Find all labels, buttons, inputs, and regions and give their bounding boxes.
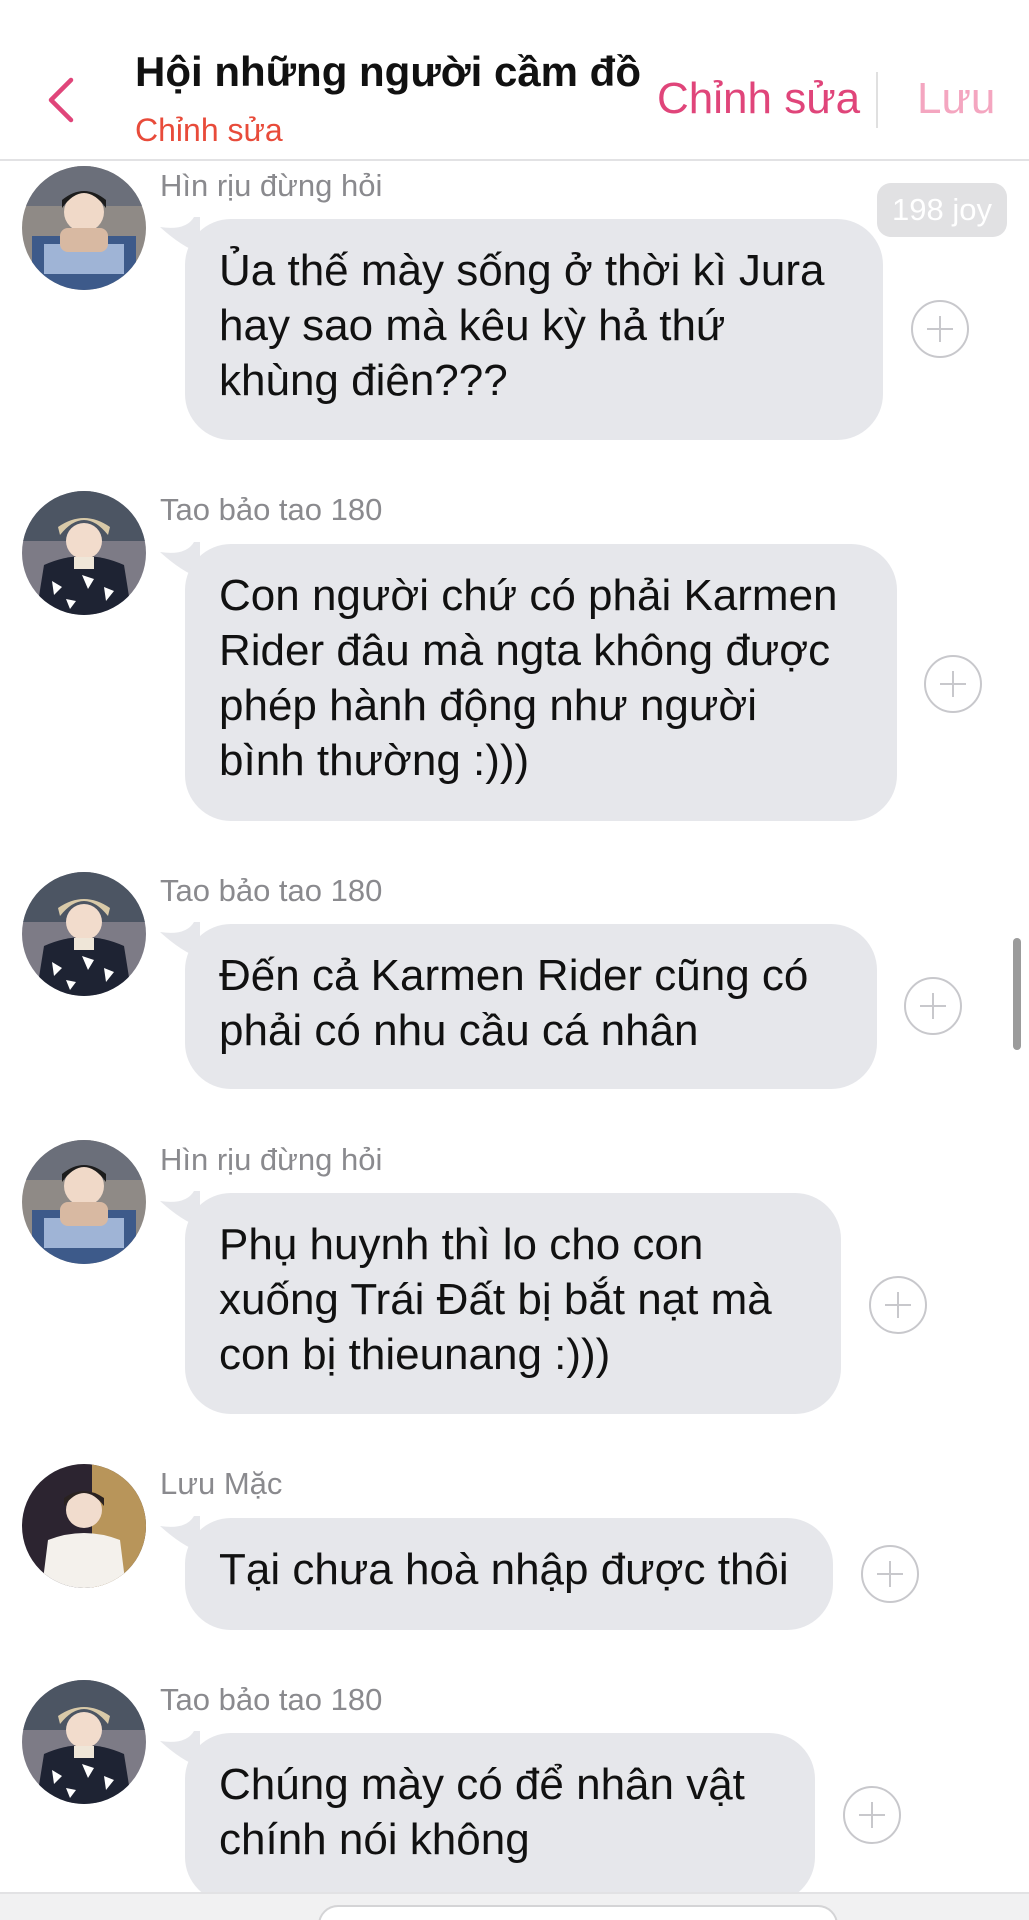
- add-reaction-button[interactable]: [911, 300, 969, 358]
- add-reaction-button[interactable]: [924, 655, 982, 713]
- sender-name: Tao bảo tao 180: [160, 1682, 383, 1717]
- message-text[interactable]: Chúng mày có để nhân vật chính nói không: [185, 1733, 815, 1903]
- message-input[interactable]: [318, 1905, 838, 1920]
- save-button[interactable]: Lưu: [917, 74, 995, 124]
- joy-badge: 198 joy: [877, 183, 1007, 237]
- sender-name: Lưu Mặc: [160, 1466, 283, 1501]
- add-reaction-button[interactable]: [869, 1276, 927, 1334]
- message-text[interactable]: Phụ huynh thì lo cho con xuống Trái Đất b…: [185, 1193, 841, 1414]
- message-text[interactable]: Ủa thế mày sống ở thời kì Jura hay sao mà…: [185, 219, 883, 440]
- back-button[interactable]: [36, 70, 84, 130]
- add-reaction-button[interactable]: [843, 1786, 901, 1844]
- sender-name: Tao bảo tao 180: [160, 492, 383, 527]
- chat-header: Hội những người cầm đồ Chỉnh sửa Chỉnh s…: [0, 0, 1029, 161]
- edit-button[interactable]: Chỉnh sửa: [657, 74, 860, 124]
- avatar[interactable]: [22, 1140, 146, 1264]
- avatar[interactable]: [22, 166, 146, 290]
- message-text[interactable]: Tại chưa hoà nhập được thôi: [185, 1518, 833, 1630]
- add-reaction-button[interactable]: [861, 1545, 919, 1603]
- message-text[interactable]: Con người chứ có phải Karmen Rider đâu mà…: [185, 544, 897, 821]
- sender-name: Hìn rịu đừng hỏi: [160, 1142, 383, 1177]
- message-text[interactable]: Đến cả Karmen Rider cũng có phải có nhu c…: [185, 924, 877, 1089]
- avatar[interactable]: [22, 872, 146, 996]
- chevron-left-icon: [48, 77, 74, 123]
- sender-name: Hìn rịu đừng hỏi: [160, 168, 383, 203]
- avatar[interactable]: [22, 1680, 146, 1804]
- add-reaction-button[interactable]: [904, 977, 962, 1035]
- avatar[interactable]: [22, 491, 146, 615]
- page-title: Hội những người cầm đồ: [135, 48, 641, 95]
- scrollbar[interactable]: [1013, 938, 1021, 1050]
- header-divider: [876, 72, 878, 128]
- page-subtitle[interactable]: Chỉnh sửa: [135, 112, 283, 149]
- avatar[interactable]: [22, 1464, 146, 1588]
- sender-name: Tao bảo tao 180: [160, 873, 383, 908]
